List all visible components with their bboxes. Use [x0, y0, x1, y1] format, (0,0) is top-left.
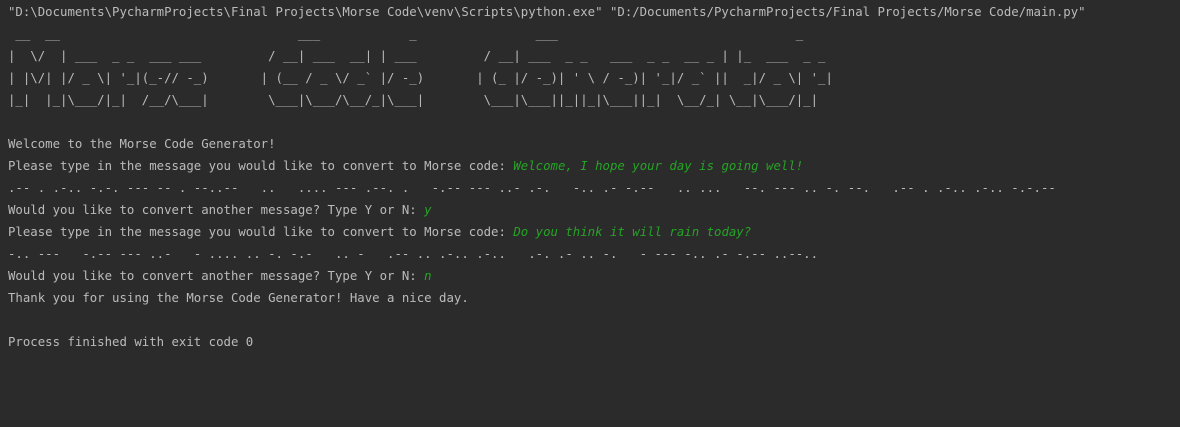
- ascii-banner-line-3: | |\/| |/ _ \| '_|(_-// -_) | (__ / _ \/…: [8, 71, 833, 85]
- exit-status-line: Process finished with exit code 0: [8, 335, 254, 349]
- prompt-text: Please type in the message you would lik…: [8, 159, 514, 173]
- user-answer-2: n: [424, 269, 432, 283]
- continue-prompt-line-2: Would you like to convert another messag…: [8, 265, 1172, 287]
- user-input-1: Welcome, I hope your day is going well!: [513, 159, 804, 173]
- ascii-banner-line-2: | \/ | ___ _ _ ___ ___ / __| ___ __| | _…: [8, 49, 826, 63]
- ascii-banner-line-4: |_| |_|\___/|_| /__/\___| \___|\___/\__/…: [8, 93, 819, 107]
- run-console-output[interactable]: "D:\Documents\PycharmProjects\Final Proj…: [0, 0, 1180, 427]
- prompt-line-1: Please type in the message you would lik…: [8, 155, 1172, 177]
- command-line: "D:\Documents\PycharmProjects\Final Proj…: [8, 5, 1086, 19]
- morse-output-2: -.. --- -.-- --- ..- - .... .. -. -.- ..…: [8, 247, 819, 261]
- user-answer-1: y: [424, 203, 432, 217]
- prompt-text: Please type in the message you would lik…: [8, 225, 514, 239]
- ascii-banner-line-1: __ __ ___ _ ___ _: [8, 27, 804, 41]
- morse-output-1: .-- . .-.. -.-. --- -- . --..-- .. .... …: [8, 181, 1056, 195]
- user-input-2: Do you think it will rain today?: [513, 225, 752, 239]
- prompt-line-2: Please type in the message you would lik…: [8, 221, 1172, 243]
- welcome-line: Welcome to the Morse Code Generator!: [8, 137, 276, 151]
- goodbye-line: Thank you for using the Morse Code Gener…: [8, 291, 469, 305]
- continue-prompt-line-1: Would you like to convert another messag…: [8, 199, 1172, 221]
- continue-prompt-text: Would you like to convert another messag…: [8, 203, 425, 217]
- continue-prompt-text: Would you like to convert another messag…: [8, 269, 425, 283]
